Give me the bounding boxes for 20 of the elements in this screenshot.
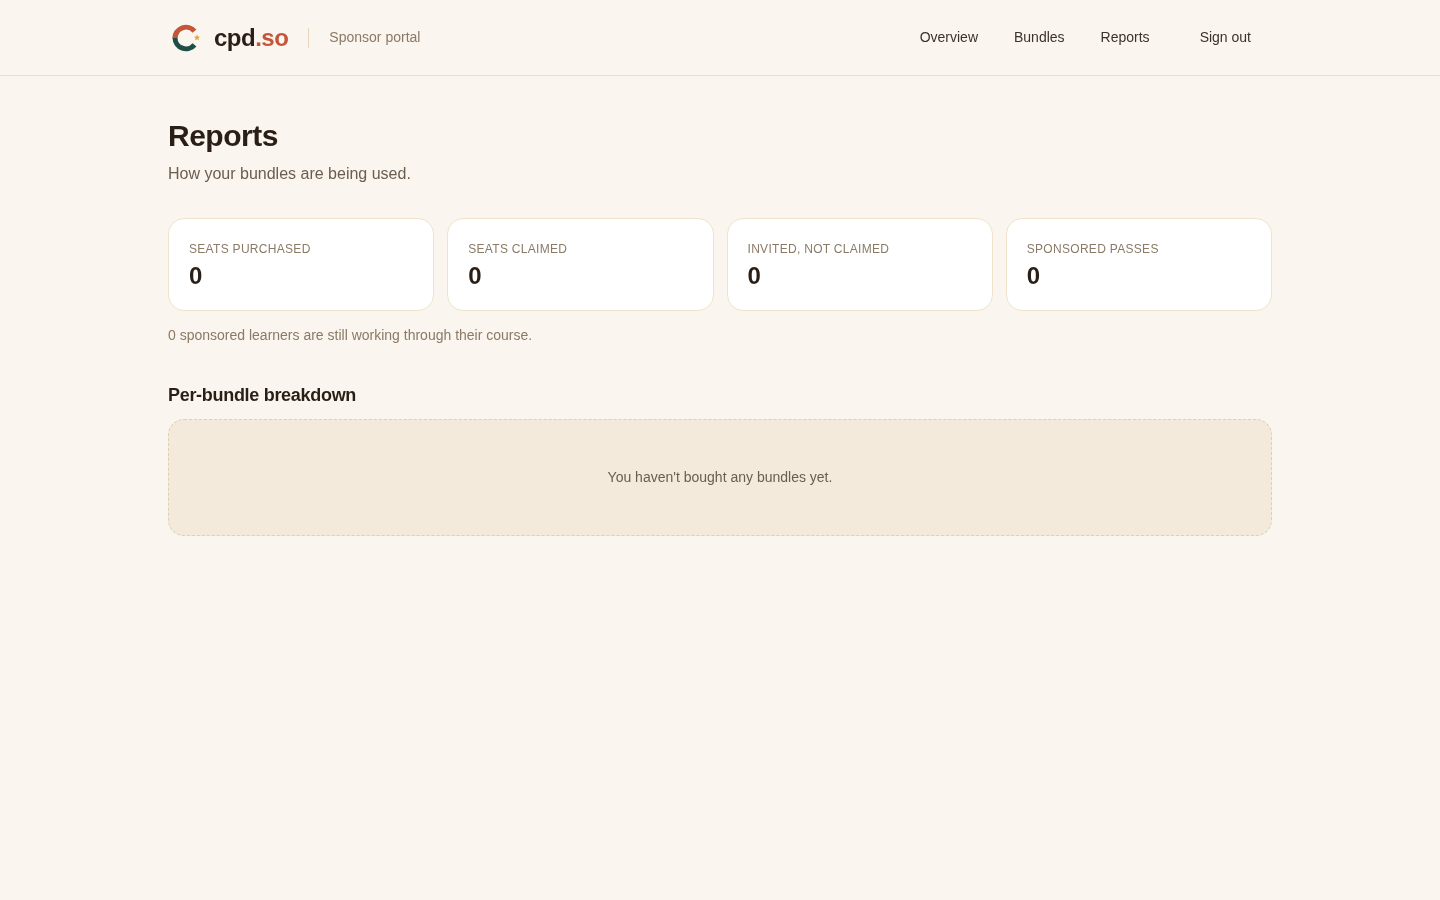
page-title: Reports [168,118,279,154]
stat-label: SEATS CLAIMED [468,241,569,257]
logo-wordmark[interactable]: cpd.so [214,25,289,50]
progress-note: 0 sponsored learners are still working through their course. [168,326,534,345]
page-subtitle: How your bundles are being used. [168,164,412,184]
sign-out-button[interactable]: Sign out [1199,27,1251,48]
stat-label: SEATS PURCHASED [189,241,312,257]
stat-label: INVITED, NOT CLAIMED [747,241,891,257]
empty-state-message: You haven't bought any bundles yet. [607,468,833,487]
stat-value: 0 [1026,261,1042,291]
stat-value: 0 [468,261,483,291]
logo-icon [172,23,200,52]
section-heading: Per-bundle breakdown [168,384,358,407]
nav-link[interactable]: Overview [919,27,978,48]
stat-value: 0 [189,261,204,291]
portal-label: Sponsor portal [329,28,421,47]
stat-value: 0 [747,261,762,291]
nav-link[interactable]: Bundles [1014,27,1065,48]
stat-label: SPONSORED PASSES [1026,241,1160,257]
nav-link[interactable]: Reports [1100,27,1150,48]
